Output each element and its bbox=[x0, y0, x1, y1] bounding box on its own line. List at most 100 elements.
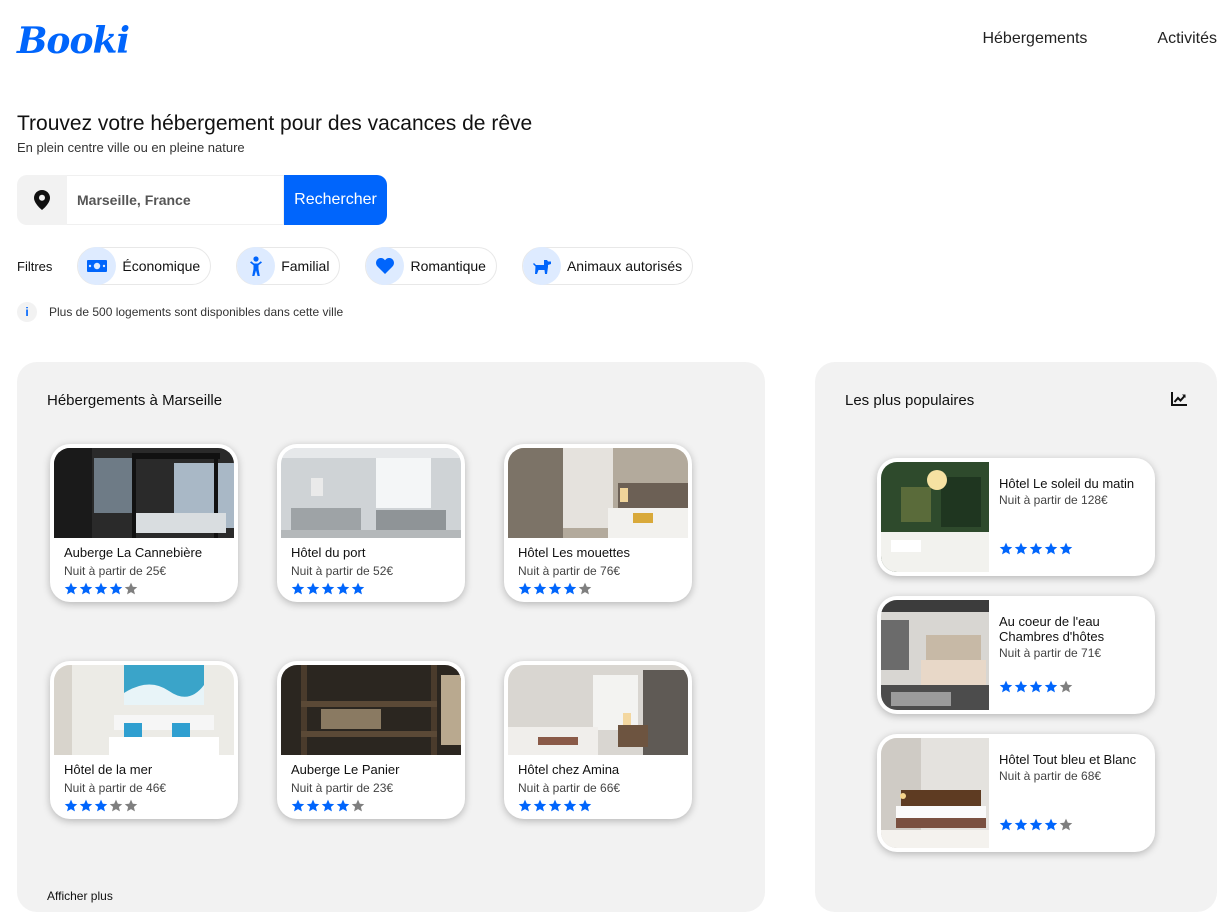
star-empty-icon bbox=[1059, 680, 1073, 693]
accommodation-price: Nuit à partir de 23€ bbox=[291, 781, 394, 795]
star-empty-icon bbox=[351, 799, 365, 812]
star-filled-icon bbox=[306, 582, 320, 595]
availability-text: Plus de 500 logements sont disponibles d… bbox=[49, 305, 344, 319]
rating-stars bbox=[999, 818, 1073, 831]
star-empty-icon bbox=[124, 799, 138, 812]
filter-animaux[interactable]: Animaux autorisés bbox=[521, 247, 694, 285]
filters-bar: Filtres Économique Familial Romantique A… bbox=[17, 247, 718, 285]
heart-icon bbox=[366, 247, 405, 285]
popular-card[interactable]: Hôtel Le soleil du matin Nuit à partir d… bbox=[877, 458, 1155, 576]
star-filled-icon bbox=[94, 799, 108, 812]
accommodation-price: Nuit à partir de 76€ bbox=[518, 564, 621, 578]
star-filled-icon bbox=[999, 680, 1013, 693]
star-filled-icon bbox=[79, 799, 93, 812]
star-filled-icon bbox=[533, 582, 547, 595]
accommodation-name: Hôtel Les mouettes bbox=[518, 545, 631, 560]
accommodation-card[interactable]: Auberge La Cannebière Nuit à partir de 2… bbox=[50, 444, 238, 602]
dog-icon bbox=[522, 247, 561, 285]
popular-info: Hôtel Tout bleu et Blanc Nuit à partir d… bbox=[999, 752, 1147, 784]
filter-economique[interactable]: Économique bbox=[77, 247, 212, 285]
star-filled-icon bbox=[548, 582, 562, 595]
hotel-photo bbox=[281, 665, 461, 755]
child-icon bbox=[237, 247, 276, 285]
popular-title: Les plus populaires bbox=[845, 392, 975, 409]
star-filled-icon bbox=[79, 582, 93, 595]
accommodation-card[interactable]: Hôtel chez Amina Nuit à partir de 66€ bbox=[504, 661, 692, 819]
show-more-link[interactable]: Afficher plus bbox=[47, 889, 113, 903]
accommodation-card[interactable]: Hôtel de la mer Nuit à partir de 46€ bbox=[50, 661, 238, 819]
hotel-photo bbox=[54, 665, 234, 755]
main-nav: Hébergements Activités bbox=[982, 30, 1217, 48]
star-filled-icon bbox=[321, 799, 335, 812]
rating-stars bbox=[518, 799, 688, 812]
star-filled-icon bbox=[336, 799, 350, 812]
star-filled-icon bbox=[1044, 680, 1058, 693]
accommodation-name: Auberge La Cannebière bbox=[64, 545, 203, 560]
hotel-photo bbox=[881, 600, 989, 710]
star-filled-icon bbox=[563, 799, 577, 812]
star-filled-icon bbox=[563, 582, 577, 595]
info-icon: i bbox=[17, 302, 37, 322]
accommodation-name: Hôtel du port bbox=[291, 545, 366, 560]
rating-stars bbox=[291, 799, 461, 812]
hotel-photo bbox=[281, 448, 461, 538]
popular-info: Au coeur de l'eau Chambres d'hôtes Nuit … bbox=[999, 614, 1147, 661]
star-filled-icon bbox=[64, 799, 78, 812]
popular-panel: Les plus populaires Hôtel Le soleil du m… bbox=[815, 362, 1217, 912]
rating-stars bbox=[999, 542, 1073, 555]
star-empty-icon bbox=[109, 799, 123, 812]
hotel-photo bbox=[881, 738, 989, 848]
page-subtitle: En plein centre ville ou en pleine natur… bbox=[17, 140, 245, 155]
search-input[interactable] bbox=[67, 175, 284, 225]
star-filled-icon bbox=[578, 799, 592, 812]
star-filled-icon bbox=[1029, 542, 1043, 555]
accommodation-card[interactable]: Hôtel du port Nuit à partir de 52€ bbox=[277, 444, 465, 602]
page-title: Trouvez votre hébergement pour des vacan… bbox=[17, 112, 533, 135]
star-empty-icon bbox=[578, 582, 592, 595]
hotel-photo bbox=[508, 448, 688, 538]
popular-card[interactable]: Au coeur de l'eau Chambres d'hôtes Nuit … bbox=[877, 596, 1155, 714]
star-filled-icon bbox=[306, 799, 320, 812]
nav-link-hebergements[interactable]: Hébergements bbox=[982, 30, 1087, 48]
accommodation-card[interactable]: Auberge Le Panier Nuit à partir de 23€ bbox=[277, 661, 465, 819]
accommodation-name: Auberge Le Panier bbox=[291, 762, 400, 777]
accommodation-price: Nuit à partir de 25€ bbox=[64, 564, 167, 578]
star-filled-icon bbox=[1029, 680, 1043, 693]
filter-label: Animaux autorisés bbox=[566, 258, 683, 274]
star-filled-icon bbox=[1044, 542, 1058, 555]
nav-link-activites[interactable]: Activités bbox=[1157, 30, 1217, 48]
accommodations-panel: Hébergements à Marseille Auberge La Cann… bbox=[17, 362, 765, 912]
star-filled-icon bbox=[291, 582, 305, 595]
filter-label: Économique bbox=[122, 258, 201, 274]
filter-label: Familial bbox=[281, 258, 330, 274]
filters-label: Filtres bbox=[17, 258, 53, 274]
star-filled-icon bbox=[351, 582, 365, 595]
accommodation-card[interactable]: Hôtel Les mouettes Nuit à partir de 76€ bbox=[504, 444, 692, 602]
hotel-photo bbox=[881, 462, 989, 572]
star-filled-icon bbox=[1029, 818, 1043, 831]
location-pin-icon bbox=[17, 175, 67, 225]
star-filled-icon bbox=[533, 799, 547, 812]
filter-familial[interactable]: Familial bbox=[236, 247, 341, 285]
rating-stars bbox=[64, 582, 234, 595]
star-empty-icon bbox=[124, 582, 138, 595]
popular-name: Hôtel Le soleil du matin bbox=[999, 476, 1135, 491]
booki-logo[interactable]: Booki bbox=[17, 20, 130, 62]
popular-card[interactable]: Hôtel Tout bleu et Blanc Nuit à partir d… bbox=[877, 734, 1155, 852]
filter-label: Romantique bbox=[410, 258, 486, 274]
availability-info: i Plus de 500 logements sont disponibles… bbox=[17, 302, 343, 322]
star-filled-icon bbox=[999, 542, 1013, 555]
popular-name: Hôtel Tout bleu et Blanc bbox=[999, 752, 1137, 767]
popular-price: Nuit à partir de 128€ bbox=[999, 493, 1108, 507]
rating-stars bbox=[64, 799, 234, 812]
search-button[interactable]: Rechercher bbox=[284, 175, 387, 225]
accommodations-title: Hébergements à Marseille bbox=[47, 392, 223, 409]
star-filled-icon bbox=[1014, 680, 1028, 693]
star-filled-icon bbox=[94, 582, 108, 595]
star-filled-icon bbox=[1059, 542, 1073, 555]
hotel-photo bbox=[508, 665, 688, 755]
star-filled-icon bbox=[1044, 818, 1058, 831]
star-filled-icon bbox=[1014, 542, 1028, 555]
filter-romantique[interactable]: Romantique bbox=[365, 247, 497, 285]
hotel-photo bbox=[54, 448, 234, 538]
